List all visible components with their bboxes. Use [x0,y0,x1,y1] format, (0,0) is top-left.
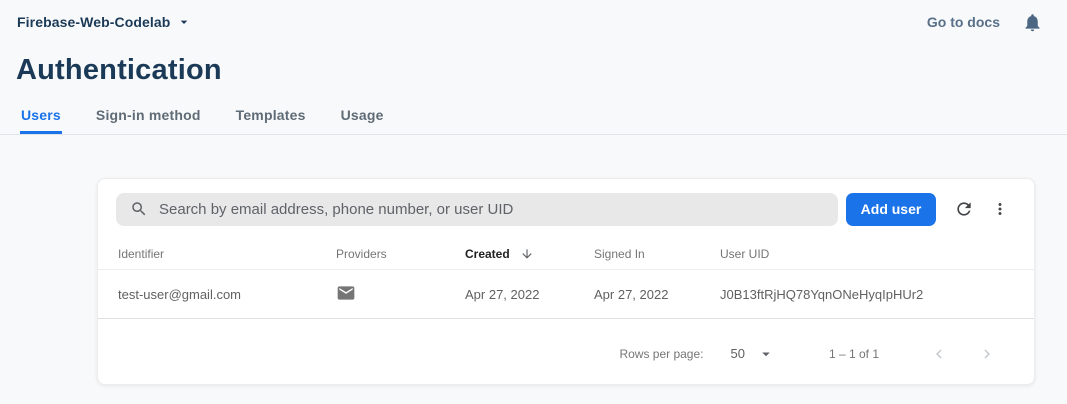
project-selector[interactable]: Firebase-Web-Codelab [17,14,192,30]
chevron-right-icon [978,345,996,363]
chevron-down-icon [176,14,192,30]
tab-users[interactable]: Users [20,103,62,134]
cell-identifier: test-user@gmail.com [118,287,336,302]
more-options-button[interactable] [982,191,1018,227]
column-header-providers: Providers [336,247,465,261]
project-name: Firebase-Web-Codelab [17,14,170,30]
cell-user-uid: J0B13ftRjHQ78YqnONeHyqIpHUr2 [720,287,1034,302]
user-table-row[interactable]: test-user@gmail.com Apr 27, 2022 Apr 27,… [98,270,1034,319]
refresh-icon [954,199,974,219]
users-card: Add user Identifier Providers Created Si… [97,178,1035,385]
dropdown-arrow-icon [757,345,775,363]
tab-bar: Users Sign-in method Templates Usage [0,103,1067,135]
column-header-signed-in: Signed In [594,247,720,261]
tab-templates[interactable]: Templates [235,103,307,134]
table-header-row: Identifier Providers Created Signed In U… [98,239,1034,270]
search-icon [130,200,148,218]
next-page-button[interactable] [975,342,999,366]
tab-usage[interactable]: Usage [340,103,385,134]
column-header-created-label: Created [465,247,510,261]
chevron-left-icon [930,345,948,363]
tab-sign-in-method[interactable]: Sign-in method [95,103,202,134]
pagination-bar: Rows per page: 50 1 – 1 of 1 [98,319,1034,385]
notifications-bell-icon[interactable] [1022,12,1043,33]
pagination-range-label: 1 – 1 of 1 [829,347,879,361]
page-title: Authentication [16,52,1067,88]
kebab-menu-icon [991,200,1009,218]
cell-providers [336,283,465,306]
column-header-created[interactable]: Created [465,247,594,261]
email-provider-icon [336,283,356,303]
column-header-user-uid: User UID [720,247,1034,261]
previous-page-button[interactable] [927,342,951,366]
topbar-right: Go to docs [927,12,1043,33]
cell-signed-in: Apr 27, 2022 [594,287,720,302]
rows-per-page-value: 50 [730,346,744,361]
sort-descending-arrow-icon [520,247,534,261]
go-to-docs-link[interactable]: Go to docs [927,14,1000,30]
search-input[interactable] [159,201,824,218]
rows-per-page-label: Rows per page: [619,347,703,361]
users-toolbar: Add user [98,179,1034,239]
refresh-button[interactable] [946,191,982,227]
column-header-identifier: Identifier [118,247,336,261]
cell-created: Apr 27, 2022 [465,287,594,302]
add-user-button[interactable]: Add user [846,193,936,226]
topbar: Firebase-Web-Codelab Go to docs [0,0,1067,44]
rows-per-page-select[interactable]: 50 [730,345,774,363]
search-box[interactable] [116,193,838,226]
